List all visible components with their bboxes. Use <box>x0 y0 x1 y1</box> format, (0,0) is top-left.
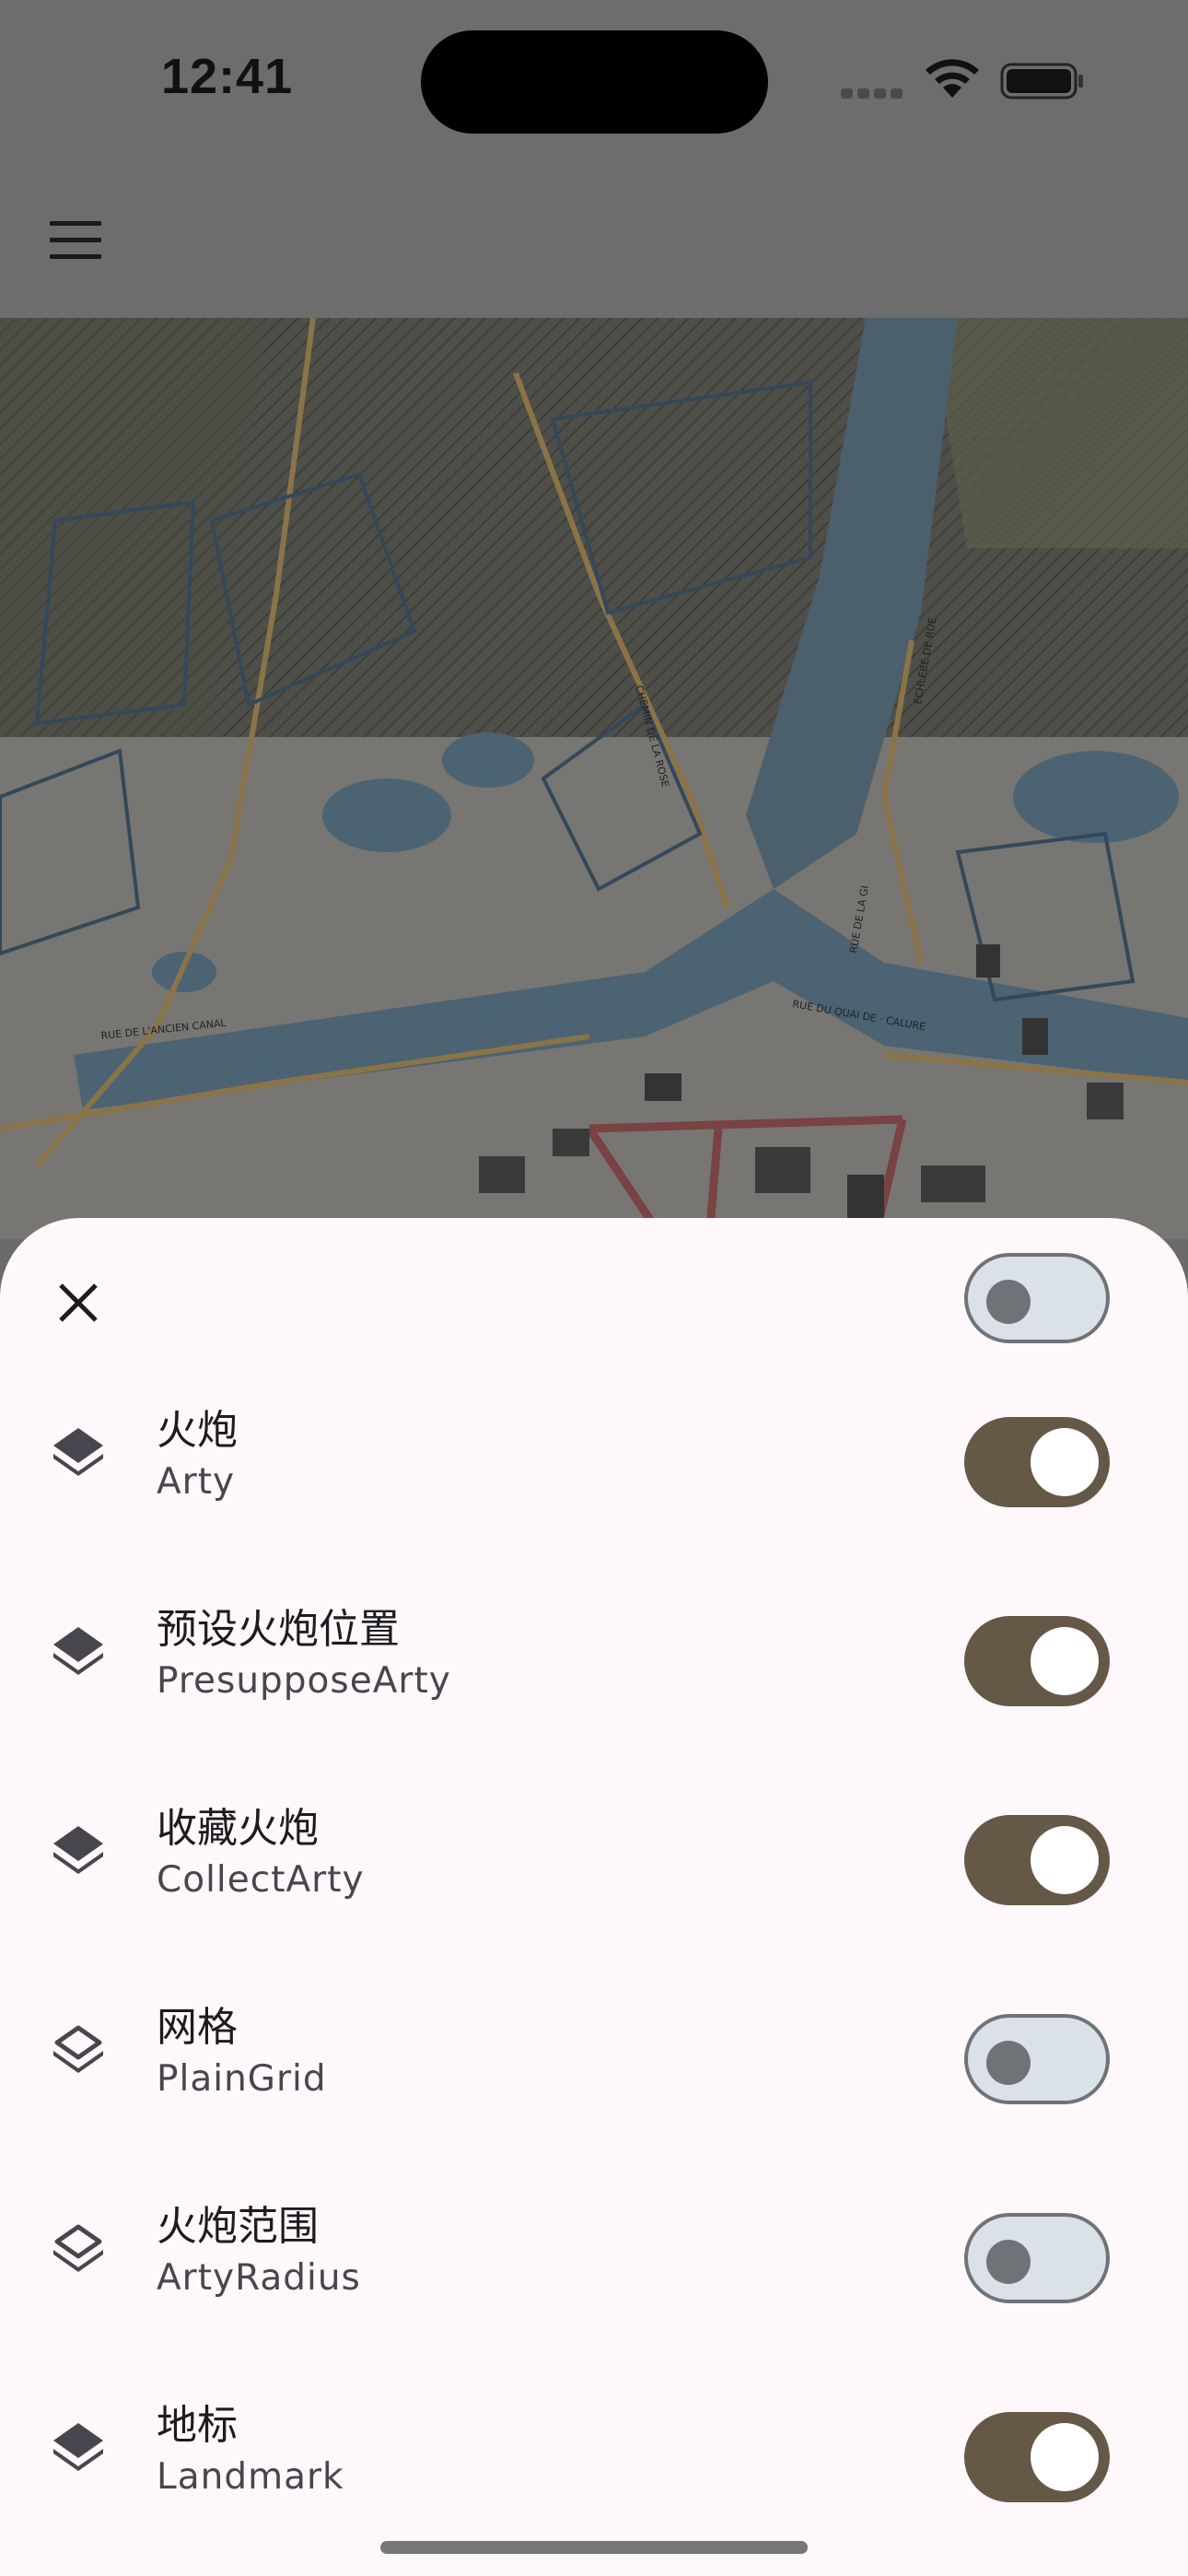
toggle-knob <box>986 2240 1031 2284</box>
layers-outline-icon <box>53 2025 103 2073</box>
layer-row-presuppose-arty[interactable]: 预设火炮位置 PresupposeArty <box>0 1553 1188 1752</box>
status-time: 12:41 <box>161 49 294 104</box>
toggle-knob <box>986 1280 1031 1324</box>
toggle-knob <box>986 2041 1031 2085</box>
layer-row-arty[interactable]: 火炮 Arty <box>0 1354 1188 1553</box>
toggle-knob <box>1031 1627 1099 1695</box>
master-layers-toggle[interactable] <box>964 1253 1110 1343</box>
battery-icon <box>1000 63 1083 100</box>
toggle-knob <box>1031 1826 1099 1894</box>
layer-row-plain-grid[interactable]: 网格 PlainGrid <box>0 1951 1188 2150</box>
wifi-icon <box>926 59 979 98</box>
layer-title: 地标 <box>157 2402 238 2449</box>
map-canvas: RUE DE L'ANCIEN CANAL RUE DU QUAI DE · C… <box>0 318 1188 1239</box>
map-view[interactable]: RUE DE L'ANCIEN CANAL RUE DU QUAI DE · C… <box>0 318 1188 1239</box>
layers-bottom-sheet: 火炮 Arty 预设火炮位置 PresupposeArty 收藏火炮 Colle… <box>0 1218 1188 2576</box>
layers-filled-icon <box>53 1428 103 1476</box>
toggle-knob <box>1031 1428 1099 1496</box>
hamburger-menu-icon[interactable] <box>50 221 103 262</box>
home-indicator[interactable] <box>380 2541 808 2554</box>
layer-subtitle: ArtyRadius <box>157 2257 361 2299</box>
layer-subtitle: PresupposeArty <box>157 1660 451 1702</box>
layer-title: 收藏火炮 <box>157 1805 319 1852</box>
layer-row-collect-arty[interactable]: 收藏火炮 CollectArty <box>0 1752 1188 1951</box>
layer-toggle[interactable] <box>964 2014 1110 2104</box>
layer-title: 网格 <box>157 2004 238 2051</box>
layers-filled-icon <box>53 2423 103 2471</box>
dynamic-island <box>421 30 768 134</box>
layer-subtitle: Arty <box>157 1461 236 1503</box>
layer-subtitle: Landmark <box>157 2456 344 2498</box>
layer-subtitle: PlainGrid <box>157 2058 327 2100</box>
app-bar <box>0 166 1188 318</box>
layer-title: 火炮 <box>157 1407 238 1454</box>
layer-toggle[interactable] <box>964 1417 1110 1507</box>
layer-row-landmark[interactable]: 地标 Landmark <box>0 2349 1188 2548</box>
cellular-signal-icon <box>841 85 907 102</box>
layer-title: 火炮范围 <box>157 2203 319 2250</box>
close-icon[interactable] <box>46 1270 111 1335</box>
layers-filled-icon <box>53 1627 103 1675</box>
layer-toggle[interactable] <box>964 1616 1110 1706</box>
layers-filled-icon <box>53 1826 103 1874</box>
layer-subtitle: CollectArty <box>157 1859 365 1901</box>
layer-toggle[interactable] <box>964 2213 1110 2303</box>
layer-row-arty-radius[interactable]: 火炮范围 ArtyRadius <box>0 2150 1188 2349</box>
toggle-knob <box>1031 2423 1099 2491</box>
layer-toggle[interactable] <box>964 1815 1110 1905</box>
layer-title: 预设火炮位置 <box>157 1606 400 1653</box>
layer-toggle[interactable] <box>964 2412 1110 2502</box>
status-bar: 12:41 <box>0 0 1188 166</box>
layers-outline-icon <box>53 2224 103 2272</box>
